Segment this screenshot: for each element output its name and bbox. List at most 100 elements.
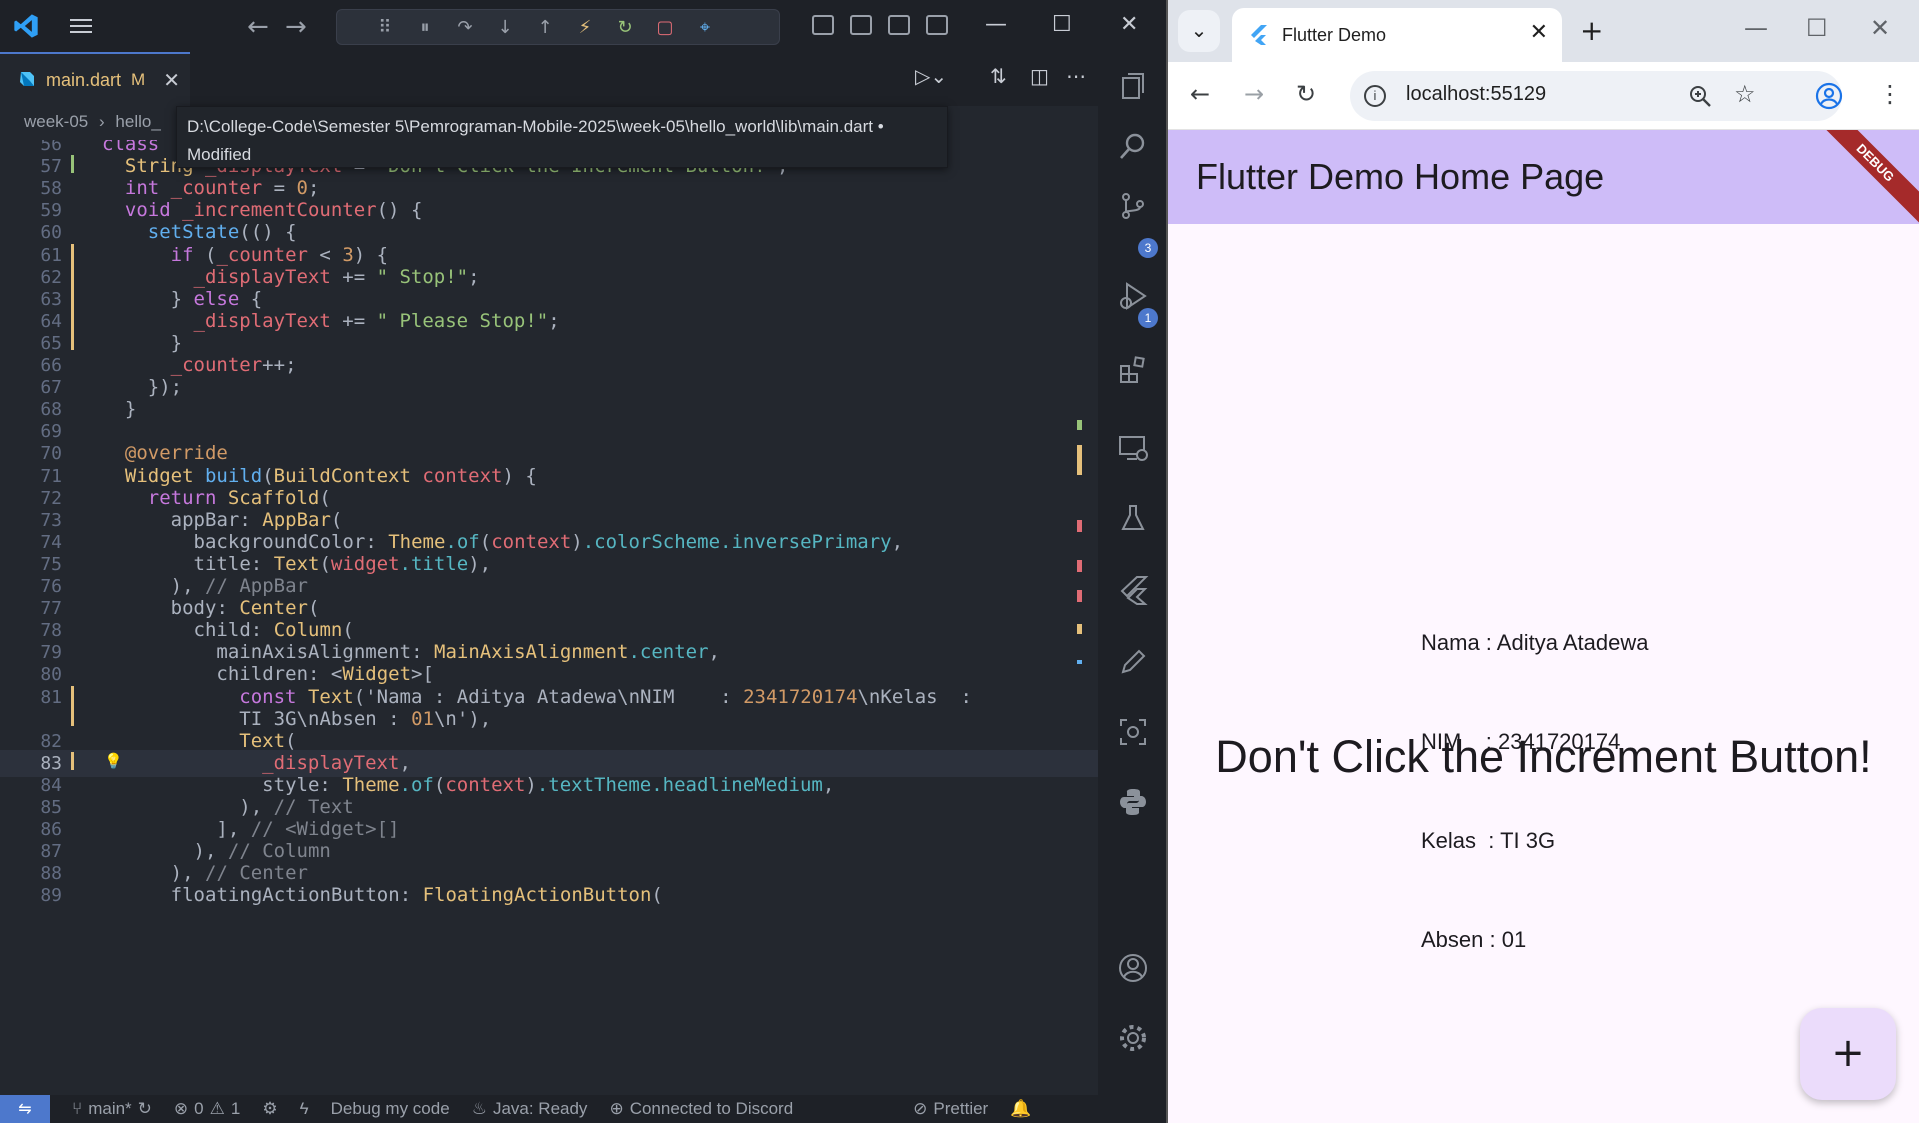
breadcrumb-item[interactable]: week-05 [24,112,88,131]
maximize-icon[interactable]: ☐ [1052,12,1072,37]
testing-icon[interactable] [1117,502,1149,534]
warning-icon: ⚠ [209,1099,225,1118]
git-change-marker[interactable] [71,751,74,770]
run-debug-badge: 1 [1138,308,1158,328]
toggle-panel-icon[interactable] [888,15,910,35]
status-bar: ⇋ ⑂ main* ↻ ⊗ 0 ⚠ 1 ⚙ ϟ Debug my code ♨ Java: … [0,1095,1166,1123]
git-change-marker[interactable] [71,155,74,174]
breadcrumb-item[interactable]: hello_ [115,112,160,131]
account-icon[interactable] [1117,952,1149,984]
site-info-icon[interactable]: i [1364,85,1386,107]
stop-icon[interactable]: ▢ [653,15,677,39]
activity-bar: 3 1 [1098,52,1166,1095]
back-arrow-icon[interactable]: ← [1190,80,1210,108]
run-debug-icon[interactable] [1117,280,1149,312]
pause-icon[interactable]: ⏸ [413,15,437,39]
debug-config[interactable]: Debug my code [331,1099,450,1119]
settings-gear-icon[interactable] [1117,1022,1149,1054]
java-icon: ♨ [471,1099,487,1118]
browser-tab-title: Flutter Demo [1282,24,1387,45]
overview-ruler-marker [1077,445,1082,475]
step-out-icon[interactable]: ↑ [533,15,557,39]
hot-reload-icon[interactable]: ⚡ [573,15,597,39]
browser-tab[interactable]: Flutter Demo ✕ [1232,8,1562,62]
file-path-tooltip: D:\College-Code\Semester 5\Pemrograman-M… [176,106,948,168]
lightbulb-icon[interactable]: 💡 [104,752,123,770]
split-editor-icon[interactable]: ◫ [1030,64,1049,88]
git-change-marker[interactable] [71,243,74,350]
problems-status[interactable]: ⊗ 0 ⚠ 1 [174,1099,240,1119]
branch-icon: ⑂ [72,1099,83,1118]
menu-icon[interactable] [68,16,94,36]
vscode-logo-icon [14,14,38,38]
reload-icon[interactable]: ↻ [1296,80,1316,108]
edit-icon[interactable] [1117,646,1149,678]
student-info-text: Nama : Aditya Atadewa NIM : 2341720174 K… [1421,560,1648,1022]
increment-fab-button[interactable]: + [1800,1008,1896,1100]
address-bar[interactable]: i localhost:55129 [1350,71,1842,121]
forward-arrow-icon[interactable]: → [285,12,307,42]
debug-status-icon[interactable]: ⚙ [262,1099,277,1119]
notifications-bell-icon[interactable]: 🔔 [1010,1099,1031,1119]
prettier-status[interactable]: ⊘ Prettier [913,1099,988,1119]
tab-close-icon[interactable]: ✕ [163,68,180,92]
branch-name: main* [88,1099,132,1118]
run-icon[interactable]: ▷⌄ [915,64,947,88]
line-number: 89 [40,885,62,907]
prettier-label: Prettier [933,1099,989,1118]
forward-arrow-icon[interactable]: → [1244,80,1264,108]
new-tab-plus-icon[interactable]: + [1580,14,1603,47]
remote-indicator-icon[interactable]: ⇋ [0,1095,50,1123]
info-line-kelas: Kelas : TI 3G [1421,828,1556,853]
zoom-icon[interactable] [1688,84,1712,108]
extensions-icon[interactable] [1117,354,1149,386]
java-status[interactable]: ♨ Java: Ready [472,1099,588,1119]
step-over-icon[interactable]: ↷ [453,15,477,39]
toggle-secondary-sidebar-icon[interactable] [926,15,948,35]
drag-handle-icon[interactable]: ⠿ [373,15,397,39]
browser-tab-close-icon[interactable]: ✕ [1530,20,1548,45]
toggle-sidebar-icon[interactable] [850,15,872,35]
remote-explorer-icon[interactable] [1117,432,1149,464]
tab-modified-badge: M [131,70,146,89]
overview-ruler-marker [1077,660,1082,664]
chrome-menu-icon[interactable]: ⋮ [1878,80,1902,108]
vscode-window: ← → ⠿ ⏸ ↷ ↓ ↑ ⚡ ↻ ▢ ⌖ — ☐ ✕ main.dart M … [0,0,1166,1123]
discord-label: Connected to Discord [629,1099,794,1118]
python-icon[interactable] [1117,786,1149,818]
close-window-icon[interactable]: ✕ [1120,12,1138,37]
tab-main-dart[interactable]: main.dart M ✕ [0,52,190,106]
minimize-icon[interactable]: — [1744,14,1768,42]
info-line-absen: Absen : 01 [1421,927,1527,952]
git-change-marker[interactable] [71,685,74,726]
warning-count: 1 [230,1099,241,1118]
app-bar: Flutter Demo Home Page DEBUG [1168,130,1919,228]
source-control-icon[interactable] [1117,190,1149,222]
maximize-icon[interactable]: ☐ [1806,14,1828,42]
flash-icon[interactable]: ϟ [300,1099,309,1119]
discord-status[interactable]: ⊕ Connected to Discord [609,1099,793,1119]
debug-toolbar: ⠿ ⏸ ↷ ↓ ↑ ⚡ ↻ ▢ ⌖ [336,9,780,45]
profile-icon[interactable] [1815,82,1843,110]
back-arrow-icon[interactable]: ← [247,12,269,42]
prettier-icon: ⊘ [913,1099,928,1118]
minimize-icon[interactable]: — [985,12,1007,37]
close-window-icon[interactable]: ✕ [1870,14,1890,42]
code-editor[interactable]: 56class57 String _displayText = "Don't C… [0,140,1098,1095]
customize-layout-icon[interactable] [812,15,834,35]
explorer-icon[interactable] [1117,70,1149,102]
branch-status[interactable]: ⑂ main* ↻ [72,1099,152,1119]
bookmark-star-icon[interactable]: ☆ [1734,80,1756,108]
step-into-icon[interactable]: ↓ [493,15,517,39]
compare-changes-icon[interactable]: ⇅ [990,64,1007,88]
flutter-icon[interactable] [1117,574,1149,606]
overview-ruler-marker [1077,420,1082,430]
tab-search-chevron-icon[interactable]: ⌄ [1178,10,1220,52]
scan-icon[interactable] [1117,716,1149,748]
search-icon[interactable] [1117,130,1149,162]
source-control-badge: 3 [1138,238,1158,258]
more-actions-icon[interactable]: ⋯ [1066,64,1086,88]
restart-icon[interactable]: ↻ [613,15,637,39]
code-line[interactable]: 89 floatingActionButton: FloatingActionB… [0,882,1098,909]
inspect-widget-icon[interactable]: ⌖ [693,15,717,39]
